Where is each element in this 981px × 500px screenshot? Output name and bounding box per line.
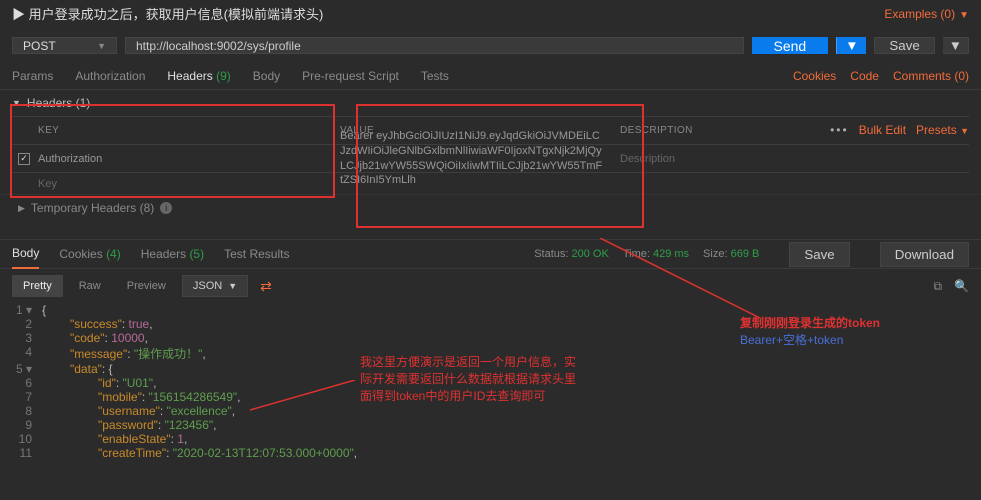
cookies-link[interactable]: Cookies bbox=[793, 69, 836, 83]
tab-prerequest[interactable]: Pre-request Script bbox=[302, 69, 399, 83]
view-pretty[interactable]: Pretty bbox=[12, 275, 63, 297]
resp-tab-cookies[interactable]: Cookies (4) bbox=[59, 247, 120, 261]
save-dropdown[interactable]: ▼ bbox=[943, 37, 969, 54]
col-key-header: KEY bbox=[38, 125, 59, 136]
send-dropdown[interactable]: ▼ bbox=[836, 37, 866, 54]
tab-authorization[interactable]: Authorization bbox=[75, 69, 145, 83]
save-button[interactable]: Save bbox=[874, 37, 934, 54]
tab-tests[interactable]: Tests bbox=[421, 69, 449, 83]
view-raw[interactable]: Raw bbox=[69, 276, 111, 296]
comments-link[interactable]: Comments (0) bbox=[893, 69, 969, 83]
wrap-icon[interactable]: ⇄ bbox=[254, 278, 278, 295]
status-value: 200 OK bbox=[572, 248, 609, 260]
url-input[interactable]: http://localhost:9002/sys/profile bbox=[125, 37, 744, 54]
headers-toggle[interactable]: ▼Headers (1) bbox=[0, 90, 981, 116]
view-preview[interactable]: Preview bbox=[117, 276, 176, 296]
presets-dropdown[interactable]: Presets ▼ bbox=[916, 123, 969, 137]
header-key-input[interactable]: Authorization bbox=[38, 153, 102, 165]
copy-icon[interactable]: ⧉ bbox=[933, 279, 942, 294]
save-response-button[interactable]: Save bbox=[789, 242, 849, 267]
info-icon: i bbox=[160, 202, 172, 214]
http-method-select[interactable]: POST▼ bbox=[12, 37, 117, 54]
tab-headers[interactable]: Headers (9) bbox=[167, 69, 230, 83]
resp-tab-testresults[interactable]: Test Results bbox=[224, 247, 289, 261]
header-desc-input[interactable]: Description bbox=[612, 153, 969, 165]
send-button[interactable]: Send bbox=[752, 37, 829, 54]
examples-dropdown[interactable]: Examples (0)▼ bbox=[884, 7, 969, 21]
code-link[interactable]: Code bbox=[850, 69, 879, 83]
tab-body[interactable]: Body bbox=[253, 69, 280, 83]
response-body[interactable]: 1 ▾{ 2"success": true, 3"code": 10000, 4… bbox=[0, 303, 981, 460]
more-icon[interactable]: ••• bbox=[830, 123, 849, 137]
temporary-headers-toggle[interactable]: ▶Temporary Headers (8)i bbox=[0, 194, 981, 221]
time-value: 429 ms bbox=[653, 248, 689, 260]
row-checkbox[interactable]: ✓ bbox=[18, 153, 30, 165]
bulk-edit-link[interactable]: Bulk Edit bbox=[859, 123, 906, 137]
request-title: 用户登录成功之后，获取用户信息(模拟前端请求头) bbox=[29, 7, 324, 22]
resp-tab-headers[interactable]: Headers (5) bbox=[141, 247, 204, 261]
resp-tab-body[interactable]: Body bbox=[12, 239, 39, 269]
format-select[interactable]: JSON▼ bbox=[182, 275, 248, 297]
size-value: 669 B bbox=[731, 248, 760, 260]
header-value-input[interactable]: Bearer eyJhbGciOiJIUzI1NiJ9.eyJqdGkiOiJV… bbox=[340, 130, 602, 187]
table-row[interactable]: ✓Authorization Bearer eyJhbGciOiJIUzI1Ni… bbox=[12, 144, 969, 172]
download-response-button[interactable]: Download bbox=[880, 242, 969, 267]
search-icon[interactable]: 🔍 bbox=[954, 279, 969, 294]
new-key-input[interactable]: Key bbox=[38, 178, 57, 190]
tab-params[interactable]: Params bbox=[12, 69, 53, 83]
